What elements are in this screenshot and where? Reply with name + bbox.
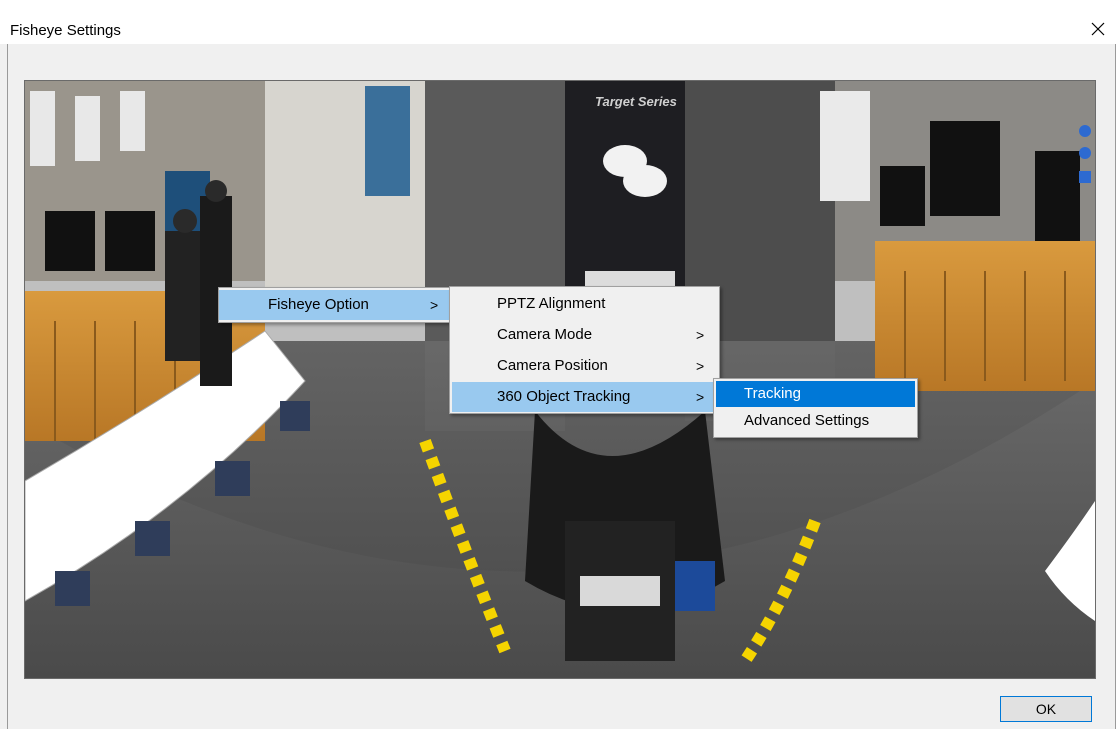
menu-item-pptz-alignment[interactable]: PPTZ Alignment xyxy=(450,289,719,319)
menu-item-label: Tracking xyxy=(744,385,801,402)
menu-item-tracking[interactable]: Tracking xyxy=(716,381,915,407)
close-icon xyxy=(1091,22,1105,36)
menu-item-label: Camera Position xyxy=(497,357,608,374)
menu-item-advanced-settings[interactable]: Advanced Settings xyxy=(714,408,917,434)
menu-item-label: Advanced Settings xyxy=(744,412,870,429)
menu-item-fisheye-option[interactable]: Fisheye Option > xyxy=(219,290,451,320)
window-title: Fisheye Settings xyxy=(10,22,121,39)
menu-item-label: Camera Mode xyxy=(497,326,593,343)
close-button[interactable] xyxy=(1080,14,1116,44)
object-tracking-submenu: Tracking Advanced Settings xyxy=(713,378,918,438)
fisheye-settings-dialog: Fisheye Settings Target Series Fisheye O… xyxy=(0,0,1116,729)
menu-item-label: PPTZ Alignment xyxy=(497,295,606,312)
fisheye-context-menu: Fisheye Option > xyxy=(218,287,452,323)
menu-item-camera-position[interactable]: Camera Position > xyxy=(450,351,719,381)
menu-item-label: Fisheye Option xyxy=(268,296,369,313)
chevron-right-icon: > xyxy=(696,358,705,374)
menu-item-360-object-tracking[interactable]: 360 Object Tracking > xyxy=(452,382,717,412)
title-bar: Fisheye Settings xyxy=(0,0,1116,44)
menu-item-label: 360 Object Tracking xyxy=(497,388,631,405)
chevron-right-icon: > xyxy=(696,327,705,343)
ok-button[interactable]: OK xyxy=(1000,696,1092,722)
poster-text: Target Series xyxy=(595,94,677,109)
fisheye-option-submenu: PPTZ Alignment Camera Mode > Camera Posi… xyxy=(449,286,720,414)
chevron-right-icon: > xyxy=(696,389,705,405)
window-border-left xyxy=(7,44,8,729)
chevron-right-icon: > xyxy=(430,297,439,313)
menu-item-camera-mode[interactable]: Camera Mode > xyxy=(450,320,719,350)
